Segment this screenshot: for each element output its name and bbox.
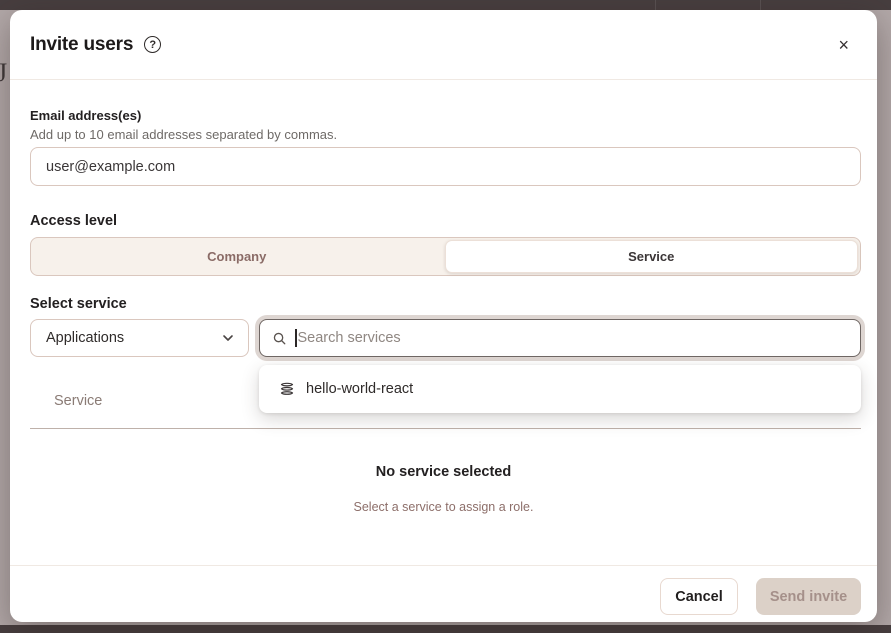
background-bottom-strip: [0, 625, 891, 633]
invite-users-dialog: Invite users ? × Email address(es) Add u…: [10, 10, 877, 622]
text-caret: [295, 329, 297, 347]
access-level-toggle: Company Service: [30, 237, 861, 276]
service-column-header: Service: [54, 393, 102, 409]
dialog-title: Invite users: [30, 34, 133, 56]
background-nav-divider: [760, 0, 761, 10]
access-level-option-company[interactable]: Company: [31, 238, 443, 275]
stack-icon: [279, 381, 295, 397]
select-service-label: Select service: [30, 296, 127, 312]
search-result-label: hello-world-react: [306, 381, 413, 397]
search-result-hello-world-react[interactable]: hello-world-react: [259, 365, 861, 413]
background-nav-divider: [655, 0, 656, 10]
search-results-panel: hello-world-react: [259, 365, 861, 413]
cancel-button[interactable]: Cancel: [660, 578, 738, 615]
service-search-field: [259, 319, 861, 357]
table-divider: [30, 428, 861, 429]
footer-actions: Cancel Send invite: [660, 578, 861, 615]
empty-state-title: No service selected: [10, 464, 877, 480]
empty-state-subtitle: Select a service to assign a role.: [10, 500, 877, 514]
access-level-label: Access level: [30, 213, 117, 229]
close-icon[interactable]: ×: [834, 34, 853, 56]
search-icon: [272, 331, 287, 346]
help-icon[interactable]: ?: [144, 36, 161, 53]
chevron-down-icon: [220, 330, 236, 346]
search-services-input[interactable]: [298, 330, 849, 346]
email-label: Email address(es): [30, 108, 141, 123]
email-helper-text: Add up to 10 email addresses separated b…: [30, 127, 337, 142]
service-category-value: Applications: [46, 330, 124, 346]
email-input[interactable]: [30, 147, 861, 186]
dialog-header: Invite users ? ×: [10, 10, 877, 80]
footer-divider: [10, 565, 877, 566]
background-page-fragment: J: [0, 58, 9, 92]
background-top-nav: [0, 0, 891, 10]
send-invite-button[interactable]: Send invite: [756, 578, 861, 615]
access-level-option-service[interactable]: Service: [445, 240, 859, 273]
service-category-select[interactable]: Applications: [30, 319, 249, 357]
